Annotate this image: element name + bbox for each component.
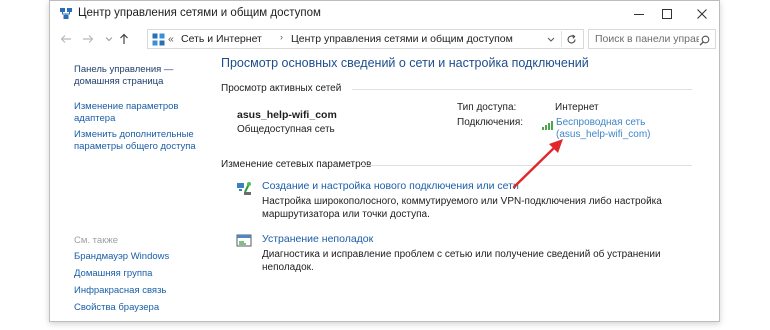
- internet-options-link[interactable]: Свойства браузера: [74, 302, 159, 314]
- breadcrumb-network-center[interactable]: Центр управления сетями и общим доступом: [291, 33, 513, 45]
- advanced-sharing-link-line1[interactable]: Изменить дополнительные: [74, 129, 194, 141]
- back-button[interactable]: [58, 31, 74, 47]
- windows-firewall-link[interactable]: Брандмауэр Windows: [74, 251, 169, 263]
- close-button[interactable]: [686, 1, 718, 27]
- active-networks-heading: Просмотр активных сетей: [221, 83, 342, 94]
- advanced-sharing-link-line2[interactable]: параметры общего доступа: [74, 141, 196, 153]
- wireless-connection-link-line2[interactable]: (asus_help-wifi_com): [556, 129, 650, 141]
- forward-button[interactable]: [80, 31, 96, 47]
- change-settings-heading: Изменение сетевых параметров: [221, 159, 372, 170]
- access-type-label: Тип доступа:: [457, 102, 517, 113]
- troubleshoot-description: Диагностика и исправление проблем с сеть…: [262, 249, 661, 273]
- network-category[interactable]: Общедоступная сеть: [237, 124, 335, 135]
- control-panel-icon: [152, 33, 165, 46]
- search-icon[interactable]: [699, 33, 710, 51]
- control-panel-home-link-line1[interactable]: Панель управления —: [74, 64, 173, 76]
- wireless-connection-link-line1[interactable]: Беспроводная сеть: [556, 117, 645, 129]
- troubleshoot-link[interactable]: Устранение неполадок: [262, 233, 373, 245]
- address-bar: « Сеть и Интернет › Центр управления сет…: [50, 27, 719, 51]
- page-title: Просмотр основных сведений о сети и наст…: [221, 56, 589, 70]
- control-panel-home-link-line2[interactable]: домашняя страница: [74, 76, 163, 88]
- network-name: asus_help-wifi_com: [237, 109, 337, 121]
- search-input[interactable]: [589, 30, 699, 48]
- search-box[interactable]: [588, 29, 716, 49]
- window-title: Центр управления сетями и общим доступом: [78, 7, 321, 19]
- section-divider: [352, 89, 692, 90]
- left-pane: Панель управления — домашняя страница Из…: [50, 52, 200, 321]
- recent-dropdown-icon[interactable]: [101, 31, 117, 47]
- troubleshoot-icon: [236, 233, 252, 249]
- breadcrumb-separator[interactable]: ›: [280, 32, 283, 42]
- setup-new-connection-link[interactable]: Создание и настройка нового подключения …: [262, 180, 519, 192]
- main-pane: Просмотр основных сведений о сети и наст…: [200, 52, 719, 321]
- title-bar[interactable]: Центр управления сетями и общим доступом: [50, 1, 719, 27]
- wifi-signal-icon: [542, 117, 554, 135]
- change-adapter-settings-link-line1[interactable]: Изменение параметров: [74, 101, 178, 113]
- up-button[interactable]: [116, 31, 132, 47]
- breadcrumb-overflow[interactable]: «: [168, 33, 174, 45]
- homegroup-link[interactable]: Домашняя группа: [74, 268, 152, 280]
- change-adapter-settings-link-line2[interactable]: адаптера: [74, 113, 115, 125]
- network-center-icon: [59, 7, 73, 21]
- address-field[interactable]: « Сеть и Интернет › Центр управления сет…: [147, 29, 584, 49]
- maximize-button[interactable]: [651, 1, 683, 27]
- setup-new-connection-description: Настройка широкополосного, коммутируемог…: [262, 196, 662, 220]
- breadcrumb-network-internet[interactable]: Сеть и Интернет: [181, 33, 262, 45]
- see-also-heading: См. также: [74, 235, 118, 246]
- control-panel-window: Центр управления сетями и общим доступом: [49, 0, 720, 322]
- infrared-link[interactable]: Инфракрасная связь: [74, 285, 166, 297]
- connections-label: Подключения:: [457, 117, 524, 128]
- access-type-value: Интернет: [555, 102, 599, 113]
- refresh-button[interactable]: [561, 31, 580, 47]
- address-dropdown-icon[interactable]: [545, 32, 557, 46]
- section-divider: [360, 165, 692, 166]
- new-connection-icon: [236, 180, 252, 196]
